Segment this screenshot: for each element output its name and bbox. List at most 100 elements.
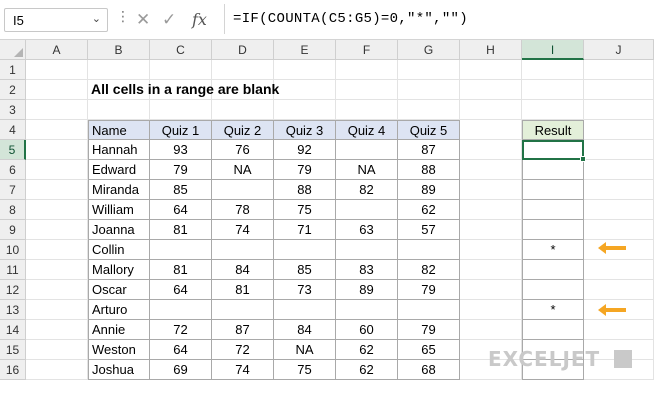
name-cell[interactable]: William [88,200,150,220]
cell[interactable] [26,200,88,220]
quiz-score-cell[interactable]: 79 [274,160,336,180]
quiz-score-cell[interactable]: 62 [336,340,398,360]
cell[interactable] [460,260,522,280]
quiz-score-cell[interactable]: 79 [398,280,460,300]
result-header-cell[interactable]: Result [522,120,584,140]
cell[interactable] [584,100,654,120]
row-header-3[interactable]: 3 [0,100,26,120]
name-cell[interactable]: Joshua [88,360,150,380]
cell[interactable] [26,140,88,160]
quiz-score-cell[interactable]: 72 [150,320,212,340]
table-header-cell[interactable]: Quiz 5 [398,120,460,140]
cell[interactable] [460,240,522,260]
quiz-score-cell[interactable]: 63 [336,220,398,240]
quiz-score-cell[interactable]: 84 [212,260,274,280]
row-header-6[interactable]: 6 [0,160,26,180]
quiz-score-cell[interactable]: 88 [398,160,460,180]
active-cell[interactable] [522,140,584,160]
row-header-15[interactable]: 15 [0,340,26,360]
result-cell[interactable] [522,180,584,200]
cell[interactable] [460,200,522,220]
cell[interactable] [26,120,88,140]
cell[interactable] [584,220,654,240]
chevron-down-icon[interactable]: ⌄ [92,12,101,25]
cell[interactable] [460,100,522,120]
row-header-13[interactable]: 13 [0,300,26,320]
quiz-score-cell[interactable] [212,300,274,320]
quiz-score-cell[interactable]: 81 [212,280,274,300]
name-box[interactable]: I5 ⌄ [4,8,108,32]
quiz-score-cell[interactable]: 65 [398,340,460,360]
result-cell[interactable] [522,320,584,340]
cell[interactable] [26,80,88,100]
column-header-a[interactable]: A [26,40,88,60]
row-header-7[interactable]: 7 [0,180,26,200]
cell[interactable] [584,200,654,220]
cell[interactable] [26,240,88,260]
cell[interactable] [398,60,460,80]
enter-icon[interactable]: ✓ [162,4,176,36]
row-header-8[interactable]: 8 [0,200,26,220]
cell[interactable] [26,340,88,360]
more-options-icon[interactable]: ⋮ [116,8,130,25]
name-cell[interactable]: Mallory [88,260,150,280]
quiz-score-cell[interactable]: 74 [212,220,274,240]
cell[interactable] [336,80,398,100]
quiz-score-cell[interactable]: 82 [398,260,460,280]
cell[interactable] [522,80,584,100]
cell[interactable] [460,320,522,340]
name-cell[interactable]: Collin [88,240,150,260]
quiz-score-cell[interactable]: 69 [150,360,212,380]
row-header-2[interactable]: 2 [0,80,26,100]
cancel-icon[interactable]: ✕ [136,4,150,36]
quiz-score-cell[interactable]: 78 [212,200,274,220]
quiz-score-cell[interactable] [398,300,460,320]
cell[interactable] [26,300,88,320]
quiz-score-cell[interactable]: 74 [212,360,274,380]
quiz-score-cell[interactable]: 76 [212,140,274,160]
cell[interactable] [26,220,88,240]
cell[interactable] [460,160,522,180]
column-header-g[interactable]: G [398,40,460,60]
cell[interactable] [336,60,398,80]
table-header-cell[interactable]: Quiz 4 [336,120,398,140]
result-cell[interactable] [522,200,584,220]
quiz-score-cell[interactable] [336,200,398,220]
cell[interactable] [26,260,88,280]
cell[interactable] [26,160,88,180]
quiz-score-cell[interactable] [398,240,460,260]
row-header-16[interactable]: 16 [0,360,26,380]
cell[interactable] [398,80,460,100]
quiz-score-cell[interactable] [212,240,274,260]
name-cell[interactable]: Hannah [88,140,150,160]
quiz-score-cell[interactable] [274,240,336,260]
row-header-9[interactable]: 9 [0,220,26,240]
cell[interactable] [584,260,654,280]
column-header-c[interactable]: C [150,40,212,60]
function-icon[interactable]: fx [192,4,207,36]
cell[interactable] [584,180,654,200]
column-header-f[interactable]: F [336,40,398,60]
formula-input[interactable]: =IF(COUNTA(C5:G5)=0,"*","") [224,4,650,34]
quiz-score-cell[interactable]: 73 [274,280,336,300]
row-header-10[interactable]: 10 [0,240,26,260]
cell[interactable] [584,140,654,160]
cell[interactable] [26,360,88,380]
name-cell[interactable]: Annie [88,320,150,340]
cell[interactable] [150,60,212,80]
result-cell[interactable] [522,260,584,280]
quiz-score-cell[interactable]: 93 [150,140,212,160]
cell[interactable] [460,180,522,200]
row-header-14[interactable]: 14 [0,320,26,340]
column-header-b[interactable]: B [88,40,150,60]
result-cell[interactable]: * [522,300,584,320]
cell[interactable] [336,100,398,120]
column-header-j[interactable]: J [584,40,654,60]
quiz-score-cell[interactable]: 87 [398,140,460,160]
quiz-score-cell[interactable]: 79 [150,160,212,180]
quiz-score-cell[interactable]: 87 [212,320,274,340]
cell[interactable] [460,300,522,320]
select-all-button[interactable] [0,40,26,60]
quiz-score-cell[interactable]: 68 [398,360,460,380]
quiz-score-cell[interactable]: NA [274,340,336,360]
